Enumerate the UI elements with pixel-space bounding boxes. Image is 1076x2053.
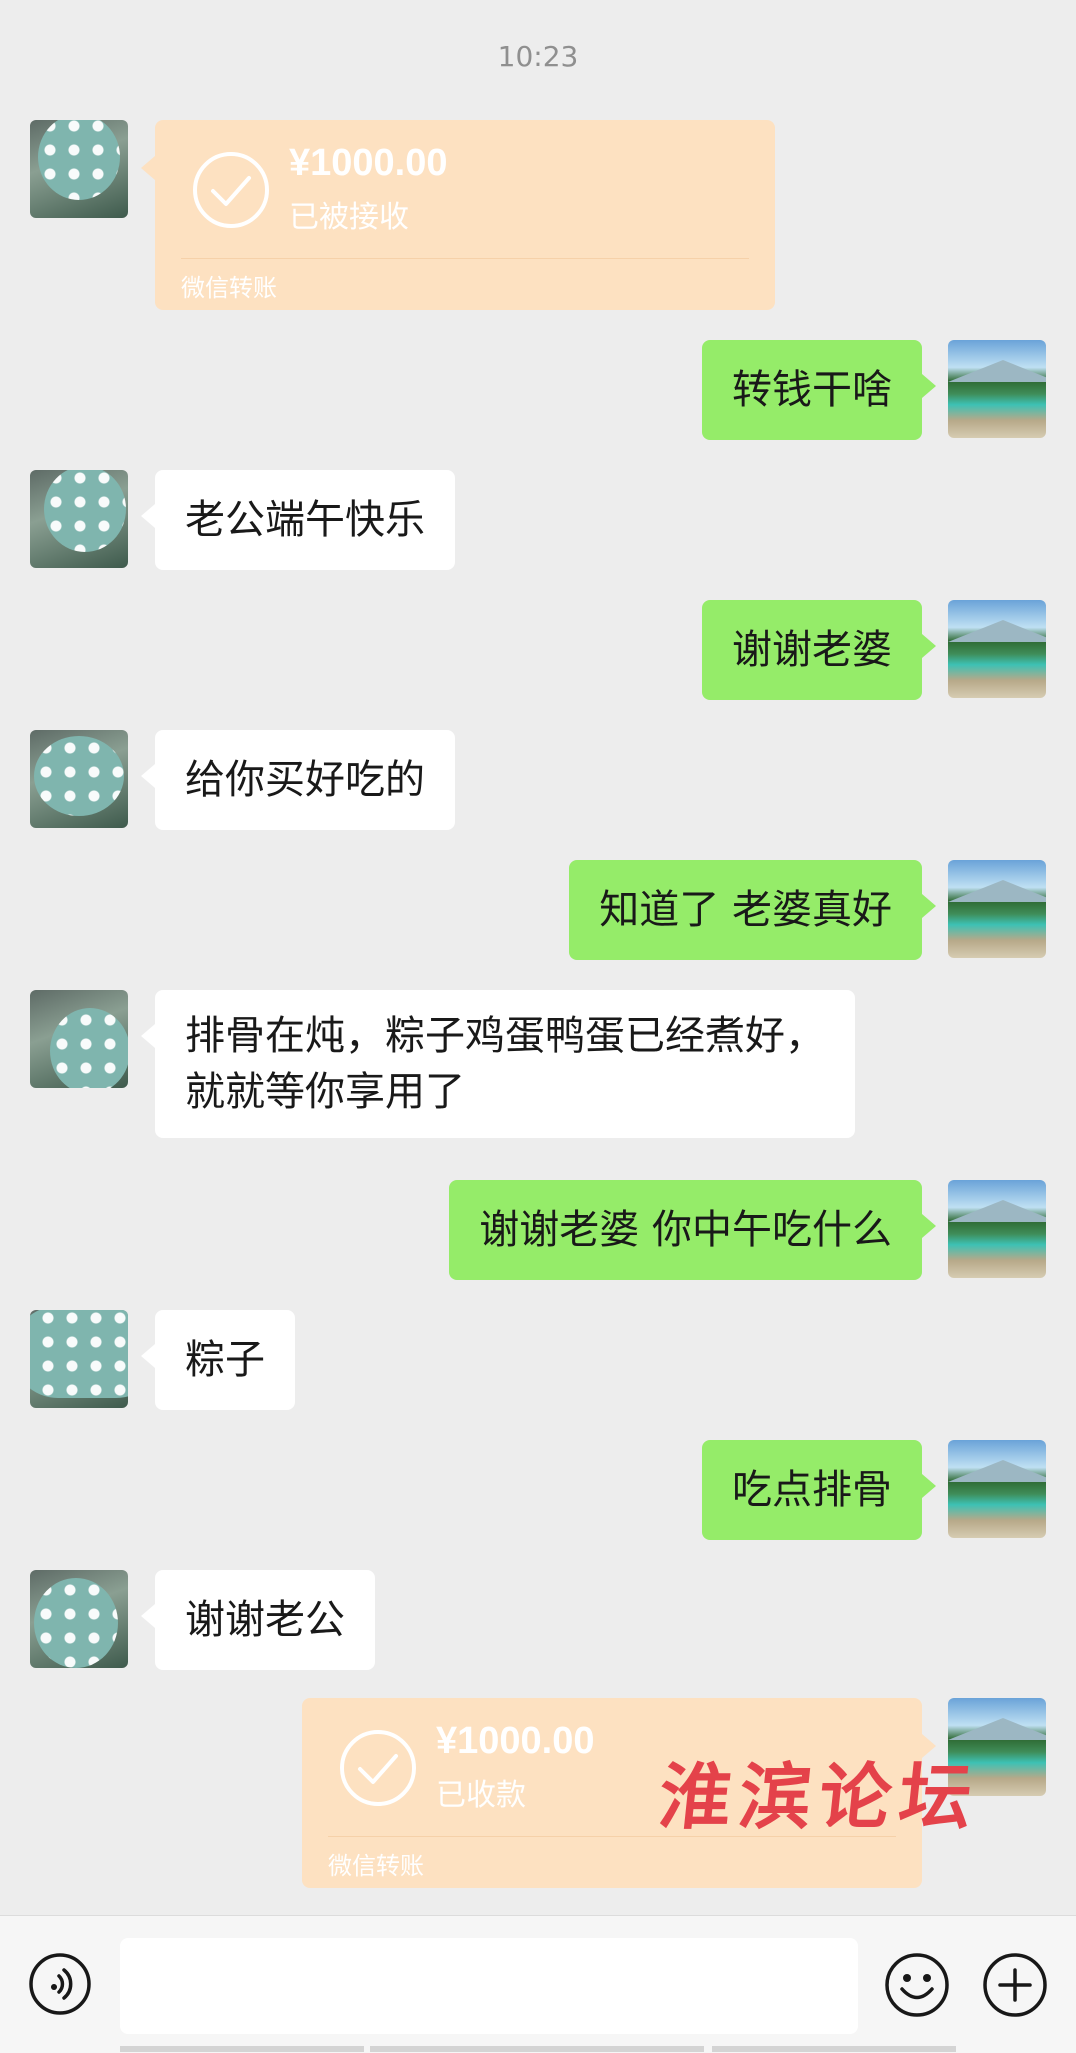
- my-avatar[interactable]: [948, 1440, 1046, 1538]
- plus-icon[interactable]: [982, 1952, 1048, 2018]
- timestamp: 10:23: [497, 40, 579, 73]
- contact-avatar[interactable]: [30, 1310, 128, 1408]
- message-bubble-incoming[interactable]: 粽子: [141, 1310, 295, 1410]
- message-bubble-outgoing[interactable]: 吃点排骨: [702, 1440, 936, 1540]
- transfer-status: 已收款: [436, 1778, 526, 1813]
- contact-avatar[interactable]: [30, 730, 128, 828]
- contact-avatar[interactable]: [30, 1570, 128, 1668]
- input-bar: [0, 1915, 1076, 2053]
- my-avatar[interactable]: [948, 860, 1046, 958]
- message-input[interactable]: [120, 1938, 858, 2034]
- transfer-card-received[interactable]: ¥1000.00 已被接收 微信转账: [141, 120, 775, 310]
- message-bubble-incoming[interactable]: 老公端午快乐: [141, 470, 455, 570]
- transfer-divider: [181, 258, 749, 259]
- keyboard-strip: [712, 2046, 956, 2052]
- my-avatar[interactable]: [948, 340, 1046, 438]
- message-bubble-outgoing[interactable]: 谢谢老婆: [702, 600, 936, 700]
- voice-icon[interactable]: [28, 1952, 92, 2016]
- message-bubble-incoming[interactable]: 给你买好吃的: [141, 730, 455, 830]
- message-bubble-incoming[interactable]: 谢谢老公: [141, 1570, 375, 1670]
- message-bubble-outgoing[interactable]: 谢谢老婆 你中午吃什么: [449, 1180, 936, 1280]
- emoji-icon[interactable]: [884, 1952, 950, 2018]
- contact-avatar[interactable]: [30, 990, 128, 1088]
- contact-avatar[interactable]: [30, 120, 128, 218]
- check-circle-icon: [193, 152, 269, 228]
- transfer-status: 已被接收: [289, 200, 409, 235]
- keyboard-strip: [120, 2046, 364, 2052]
- transfer-label: 微信转账: [328, 1852, 424, 1880]
- message-bubble-incoming[interactable]: 排骨在炖，粽子鸡蛋鸭蛋已经煮好，就就等你享用了: [141, 990, 855, 1138]
- my-avatar[interactable]: [948, 600, 1046, 698]
- keyboard-strip: [370, 2046, 704, 2052]
- forum-watermark: 淮滨论坛: [654, 1754, 984, 1839]
- check-circle-icon: [340, 1730, 416, 1806]
- message-bubble-outgoing[interactable]: 转钱干啥: [702, 340, 936, 440]
- contact-avatar[interactable]: [30, 470, 128, 568]
- transfer-label: 微信转账: [181, 274, 277, 302]
- message-bubble-outgoing[interactable]: 知道了 老婆真好: [569, 860, 936, 960]
- my-avatar[interactable]: [948, 1180, 1046, 1278]
- transfer-amount: ¥1000.00: [289, 142, 448, 184]
- transfer-amount: ¥1000.00: [436, 1720, 595, 1762]
